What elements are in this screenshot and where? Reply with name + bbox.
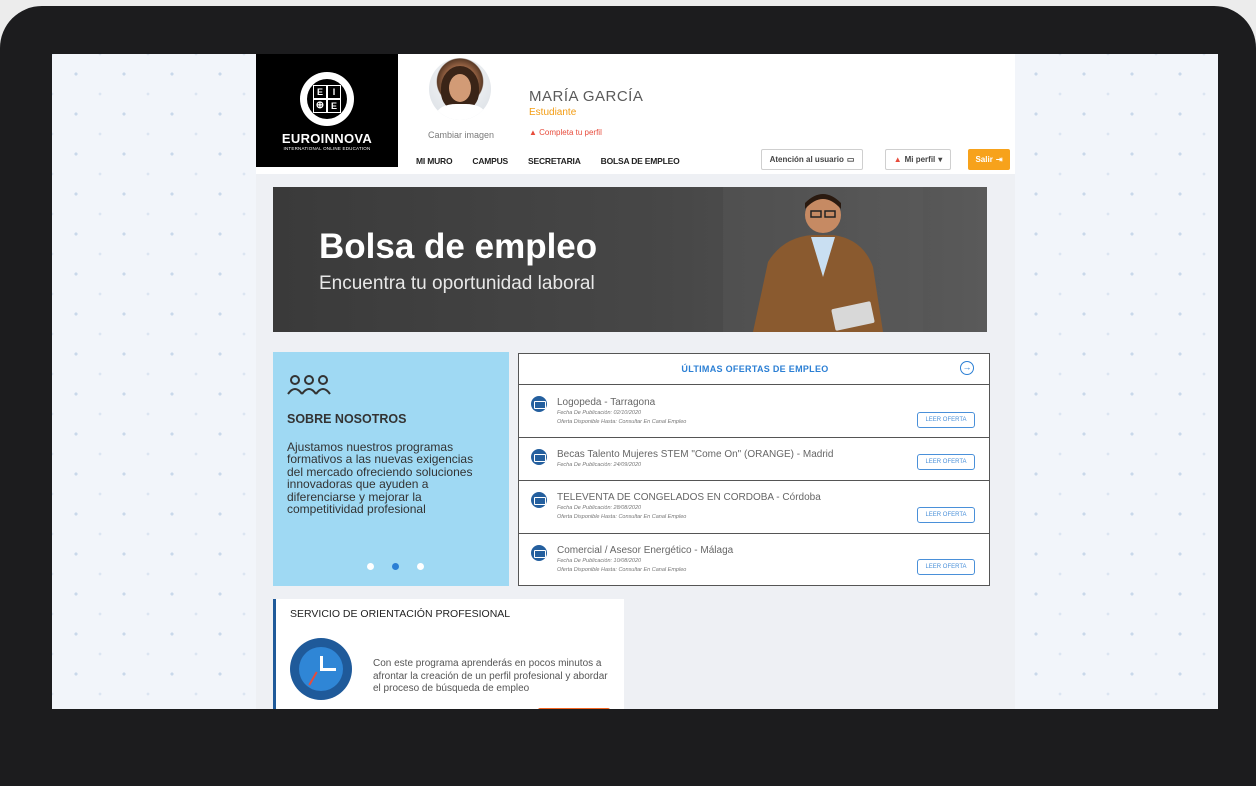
briefcase-icon <box>531 492 547 508</box>
people-group-icon <box>287 375 331 395</box>
user-role: Estudiante <box>529 107 577 118</box>
briefcase-icon <box>531 545 547 561</box>
euroinnova-logo[interactable]: E I ⊕ E EUROINNOVA INTERNATIONAL ONLINE … <box>256 54 398 167</box>
offer-item: Becas Talento Mujeres STEM "Come On" (OR… <box>519 438 989 481</box>
offer-published: Fecha De Publicación: 10/08/2020 <box>557 558 642 564</box>
avatar[interactable] <box>429 58 491 120</box>
offer-published: Fecha De Publicación: 24/09/2020 <box>557 462 642 468</box>
warning-icon: ▲ <box>893 155 902 164</box>
offer-item: Logopeda - Tarragona Fecha De Publicació… <box>519 385 989 438</box>
carousel-dot[interactable] <box>367 563 374 570</box>
latest-offers-panel: ÚLTIMAS OFERTAS DE EMPLEO → Logopeda - T… <box>518 353 990 586</box>
brand-tagline: INTERNATIONAL ONLINE EDUCATION <box>283 146 371 151</box>
offers-header: ÚLTIMAS OFERTAS DE EMPLEO → <box>519 354 989 385</box>
guidance-title: SERVICIO DE ORIENTACIÓN PROFESIONAL <box>290 608 511 620</box>
complete-profile-label: Completa tu perfil <box>539 128 602 137</box>
change-image-link[interactable]: Cambiar imagen <box>421 130 501 140</box>
complete-profile-link[interactable]: ▲ Completa tu perfil <box>529 128 602 137</box>
campus-page: E I ⊕ E EUROINNOVA INTERNATIONAL ONLINE … <box>256 54 1015 709</box>
guidance-action-button[interactable] <box>538 708 610 709</box>
globe-icon: ⊕ <box>313 99 327 113</box>
header: E I ⊕ E EUROINNOVA INTERNATIONAL ONLINE … <box>256 54 1015 174</box>
hero-banner: Bolsa de empleo Encuentra tu oportunidad… <box>273 187 987 332</box>
read-offer-button[interactable]: LEER OFERTA <box>917 454 975 470</box>
support-label: Atención al usuario <box>769 155 844 164</box>
user-name: MARÍA GARCÍA <box>529 88 644 105</box>
monitor-mockup: E I ⊕ E EUROINNOVA INTERNATIONAL ONLINE … <box>0 0 1256 786</box>
logo-letter: E <box>327 99 341 113</box>
monitor-screen: E I ⊕ E EUROINNOVA INTERNATIONAL ONLINE … <box>52 54 1218 709</box>
about-text: Ajustamos nuestros programas formativos … <box>287 440 474 517</box>
offer-available: Oferta Disponible Hasta: Consultar En Ca… <box>557 419 687 425</box>
logout-icon: ⇥ <box>995 155 1003 164</box>
hero-businessman-image <box>723 187 923 332</box>
nav-campus[interactable]: CAMPUS <box>472 156 508 166</box>
offer-published: Fecha De Publicación: 02/10/2020 <box>557 410 642 416</box>
carousel-dots <box>367 563 424 570</box>
offer-title[interactable]: Comercial / Asesor Energético - Málaga <box>557 545 733 556</box>
carousel-dot-active[interactable] <box>392 563 399 570</box>
brand-name: EUROINNOVA <box>281 131 373 146</box>
chevron-down-icon: ▾ <box>938 155 943 164</box>
logout-label: Salir <box>975 155 993 164</box>
offer-item: Comercial / Asesor Energético - Málaga F… <box>519 534 989 586</box>
briefcase-icon <box>531 396 547 412</box>
clock-icon <box>290 638 352 700</box>
offer-title[interactable]: Becas Talento Mujeres STEM "Come On" (OR… <box>557 449 833 460</box>
offer-available: Oferta Disponible Hasta: Consultar En Ca… <box>557 514 687 520</box>
chat-icon: ▭ <box>846 155 855 164</box>
offer-item: TELEVENTA DE CONGELADOS EN CORDOBA - Cór… <box>519 481 989 534</box>
profile-dropdown[interactable]: ▲ Mi perfil ▾ <box>885 149 951 170</box>
offer-title[interactable]: TELEVENTA DE CONGELADOS EN CORDOBA - Cór… <box>557 492 821 503</box>
logo-seal-icon: E I ⊕ E <box>300 72 354 126</box>
offer-available: Oferta Disponible Hasta: Consultar En Ca… <box>557 567 687 573</box>
arrow-right-circle-icon[interactable]: → <box>960 361 974 375</box>
profile-label: Mi perfil <box>904 155 936 164</box>
nav-mi-muro[interactable]: MI MURO <box>416 156 453 166</box>
nav-secretaria[interactable]: SECRETARIA <box>528 156 581 166</box>
read-offer-button[interactable]: LEER OFERTA <box>917 507 975 523</box>
support-button[interactable]: Atención al usuario ▭ <box>761 149 863 170</box>
hero-title: Bolsa de empleo <box>319 227 598 266</box>
about-title: SOBRE NOSOTROS <box>287 412 407 426</box>
offer-published: Fecha De Publicación: 28/08/2020 <box>557 505 642 511</box>
nav-bolsa-de-empleo[interactable]: BOLSA DE EMPLEO <box>601 156 680 166</box>
logo-letter: I <box>327 85 341 99</box>
read-offer-button[interactable]: LEER OFERTA <box>917 412 975 428</box>
logout-button[interactable]: Salir ⇥ <box>968 149 1010 170</box>
about-us-card: SOBRE NOSOTROS Ajustamos nuestros progra… <box>273 352 509 586</box>
carousel-dot[interactable] <box>417 563 424 570</box>
warning-icon: ▲ <box>529 128 537 137</box>
briefcase-icon <box>531 449 547 465</box>
logo-letter: E <box>313 85 327 99</box>
guidance-text: Con este programa aprenderás en pocos mi… <box>373 658 608 694</box>
hero-subtitle: Encuentra tu oportunidad laboral <box>319 273 595 294</box>
main-nav: MI MURO CAMPUS SECRETARIA BOLSA DE EMPLE… <box>416 156 700 166</box>
offer-title[interactable]: Logopeda - Tarragona <box>557 397 655 408</box>
career-guidance-card: SERVICIO DE ORIENTACIÓN PROFESIONAL Con … <box>273 599 624 709</box>
offers-heading: ÚLTIMAS OFERTAS DE EMPLEO <box>681 364 829 374</box>
read-offer-button[interactable]: LEER OFERTA <box>917 559 975 575</box>
